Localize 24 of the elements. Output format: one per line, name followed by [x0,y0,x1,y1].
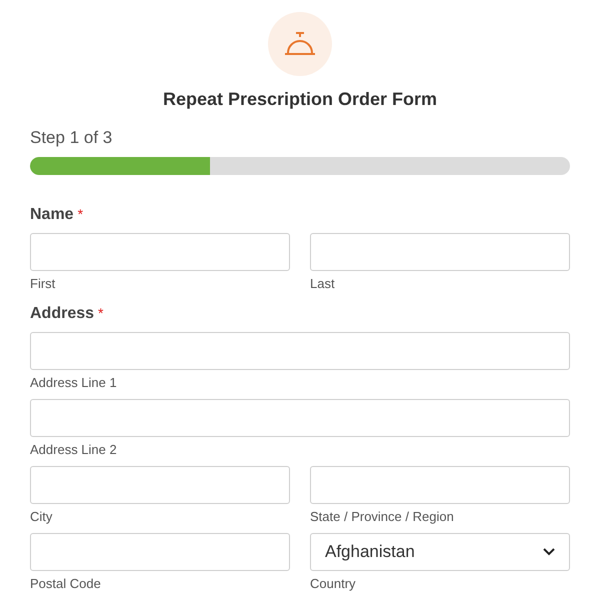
text-field[interactable] [310,466,570,504]
required-mark: * [78,204,84,224]
sublabel: First [30,276,56,292]
text-field[interactable] [30,532,290,570]
form-title: Repeat Prescription Order Form [162,88,438,111]
chevron-down-icon [543,548,555,556]
text-field[interactable] [30,466,290,504]
step-label: Step 1 of 3 [30,127,114,149]
sublabel: Address Line 1 [30,374,118,390]
sublabel: City [30,508,54,524]
text-field[interactable] [30,332,570,370]
field-label: Address [30,304,94,324]
country-select[interactable]: Afghanistan [310,532,570,570]
sublabel: Last [310,276,336,292]
text-field[interactable] [310,232,570,270]
required-mark: * [98,304,104,322]
sublabel: State / Province / Region [310,508,455,524]
sublabel: Country [310,576,357,592]
field-label: Name [30,204,74,224]
text-field[interactable] [30,232,290,270]
sublabel: Postal Code [30,576,102,592]
service-bell-icon [283,31,317,57]
sublabel: Address Line 2 [30,442,118,458]
text-field[interactable] [30,398,570,436]
